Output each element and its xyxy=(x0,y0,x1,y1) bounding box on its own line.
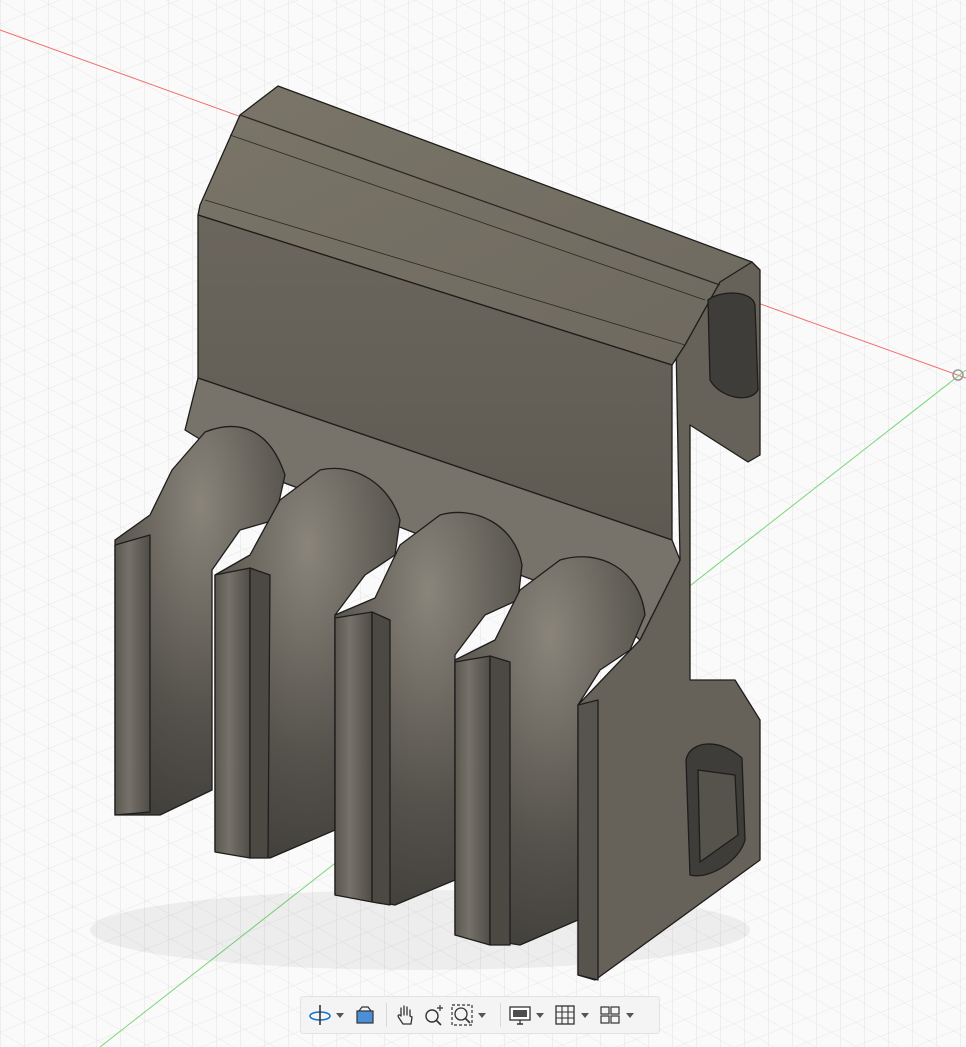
fit-window-icon xyxy=(451,1004,473,1026)
navigation-toolbar xyxy=(300,996,660,1034)
viewports-button[interactable] xyxy=(597,1000,640,1030)
look-at-icon xyxy=(356,1006,374,1024)
toolbar-separator xyxy=(500,1003,501,1027)
fit-dropdown-caret[interactable] xyxy=(478,1012,486,1018)
orbit-dropdown-caret[interactable] xyxy=(336,1012,344,1018)
fit-button[interactable] xyxy=(449,1000,492,1030)
3d-scene[interactable] xyxy=(0,0,966,1047)
orbit-button[interactable] xyxy=(307,1000,350,1030)
display-settings-button[interactable] xyxy=(507,1000,550,1030)
viewports-dropdown-caret[interactable] xyxy=(626,1012,634,1018)
toolbar-separator xyxy=(386,1003,387,1027)
display-settings-dropdown-caret[interactable] xyxy=(536,1012,544,1018)
grid-dropdown-caret[interactable] xyxy=(581,1012,589,1018)
viewports-icon xyxy=(600,1006,620,1024)
display-settings-icon xyxy=(509,1006,531,1025)
look-at-button[interactable] xyxy=(352,1000,378,1030)
zoom-icon xyxy=(425,1005,443,1026)
pan-hand-icon xyxy=(397,1005,413,1025)
zoom-button[interactable] xyxy=(421,1000,447,1030)
3d-canvas-viewport[interactable] xyxy=(0,0,966,1047)
orbit-icon xyxy=(309,1005,331,1025)
grid-and-snaps-button[interactable] xyxy=(552,1000,595,1030)
pan-button[interactable] xyxy=(393,1000,419,1030)
grid-icon xyxy=(555,1005,575,1025)
